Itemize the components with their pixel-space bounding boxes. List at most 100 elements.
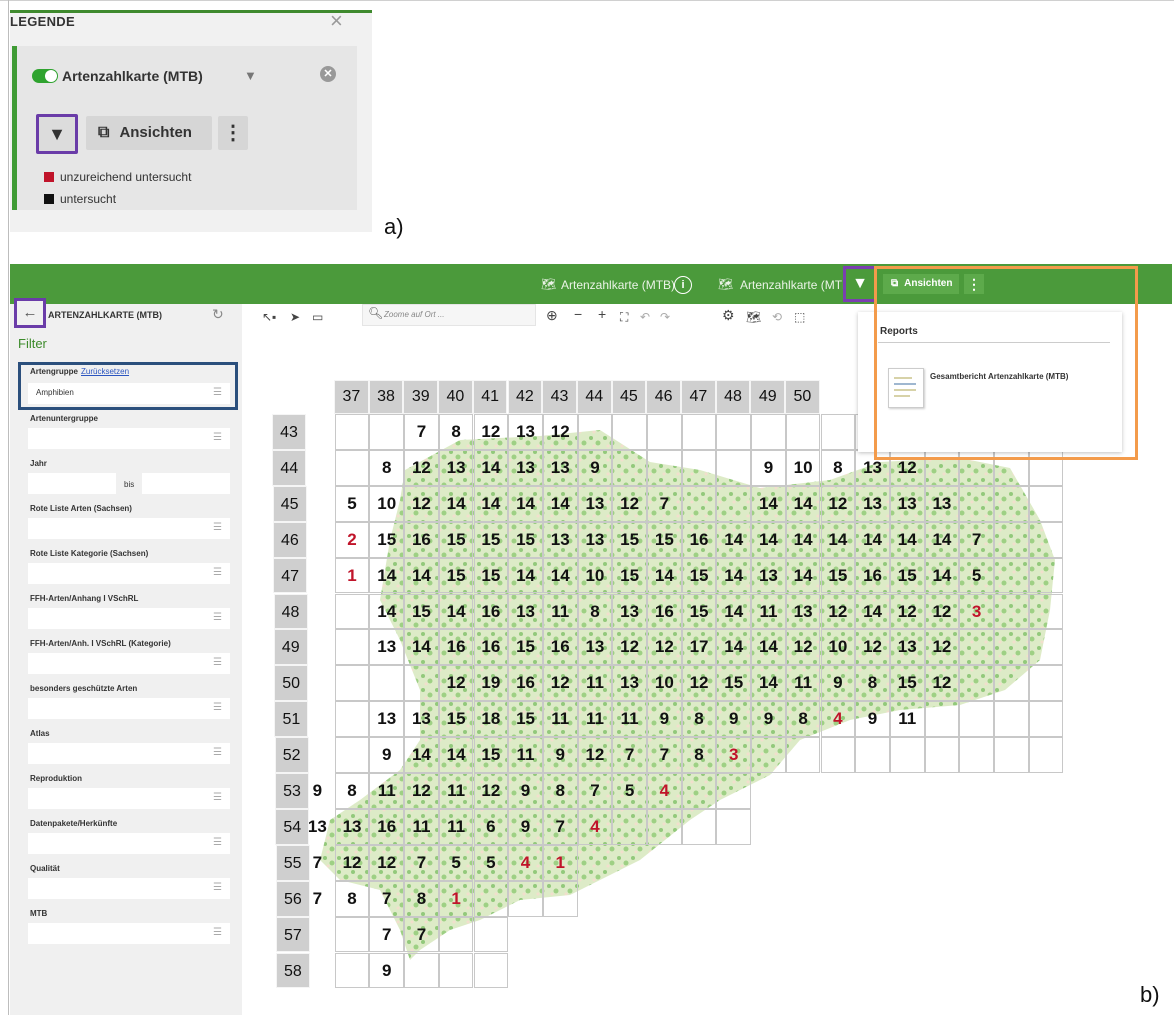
- species-count: 7: [312, 888, 323, 908]
- grid-cell[interactable]: [334, 629, 370, 666]
- grid-cell[interactable]: [681, 414, 717, 450]
- species-count: 13: [897, 637, 917, 657]
- grid-cell[interactable]: [994, 629, 1029, 666]
- grid-cell[interactable]: [369, 665, 405, 702]
- species-count: 13: [516, 457, 535, 477]
- grid-cell[interactable]: [785, 414, 821, 450]
- species-count: 14: [793, 565, 813, 585]
- species-count: 12: [654, 637, 674, 657]
- species-count: 10: [585, 565, 605, 585]
- species-count: 8: [798, 709, 808, 729]
- grid-cell[interactable]: [1028, 701, 1064, 738]
- grid-cell[interactable]: [334, 414, 370, 450]
- grid-cell[interactable]: [334, 737, 370, 773]
- row-header: 45: [272, 485, 307, 522]
- grid-cell[interactable]: [473, 952, 509, 989]
- grid-cell[interactable]: [994, 593, 1029, 630]
- grid-cell[interactable]: [681, 773, 717, 809]
- species-count: 14: [481, 493, 501, 513]
- grid-cell[interactable]: [1028, 593, 1064, 630]
- species-count: 12: [550, 422, 570, 441]
- grid-cell[interactable]: [404, 665, 439, 702]
- grid-cell[interactable]: [994, 701, 1029, 738]
- grid-cell[interactable]: [681, 449, 717, 486]
- grid-cell[interactable]: [924, 737, 960, 773]
- species-count: 12: [620, 493, 640, 513]
- species-count: 14: [446, 493, 466, 513]
- grid-cell[interactable]: [716, 414, 752, 450]
- column-header: 50: [785, 380, 820, 414]
- grid-cell[interactable]: [751, 414, 786, 450]
- grid-cell[interactable]: [334, 952, 370, 989]
- species-count: 14: [932, 529, 952, 549]
- species-count: 11: [585, 673, 604, 693]
- divider: [878, 342, 1110, 343]
- grid-cell[interactable]: [716, 485, 752, 522]
- grid-cell[interactable]: [334, 701, 370, 738]
- species-count: 5: [486, 852, 496, 872]
- grid-cell[interactable]: [647, 449, 682, 486]
- species-count: 15: [516, 709, 535, 729]
- species-count: 12: [897, 601, 917, 621]
- grid-cell[interactable]: [1028, 557, 1064, 594]
- grid-cell[interactable]: [994, 521, 1029, 558]
- grid-cell[interactable]: [994, 485, 1029, 522]
- species-count: 12: [342, 852, 362, 872]
- grid-cell[interactable]: [438, 952, 474, 989]
- grid-cell[interactable]: [994, 665, 1029, 702]
- grid-cell[interactable]: [1028, 665, 1064, 702]
- species-count: 15: [828, 565, 848, 585]
- species-count: 12: [411, 493, 431, 513]
- grid-cell[interactable]: [716, 773, 752, 809]
- grid-cell[interactable]: [959, 629, 994, 666]
- species-count: 13: [550, 457, 570, 477]
- grid-cell[interactable]: [994, 557, 1029, 594]
- report-document-icon[interactable]: [888, 368, 924, 408]
- species-count: 12: [377, 852, 397, 872]
- grid-cell[interactable]: [751, 737, 786, 773]
- grid-cell[interactable]: [716, 449, 752, 486]
- grid-cell[interactable]: [681, 485, 717, 522]
- grid-cell[interactable]: [369, 414, 405, 450]
- species-count: 14: [724, 565, 744, 585]
- grid-cell[interactable]: [1028, 521, 1064, 558]
- grid-cell[interactable]: [542, 880, 578, 917]
- grid-cell[interactable]: [647, 414, 682, 450]
- grid-cell[interactable]: [959, 665, 994, 702]
- grid-cell[interactable]: [404, 952, 439, 989]
- species-count: 16: [689, 529, 709, 549]
- grid-cell[interactable]: [959, 701, 994, 738]
- grid-cell[interactable]: [855, 737, 890, 773]
- grid-cell[interactable]: [820, 737, 856, 773]
- grid-cell[interactable]: [959, 737, 994, 773]
- grid-cell[interactable]: [334, 916, 370, 953]
- grid-cell[interactable]: [820, 414, 856, 450]
- grid-cell[interactable]: [334, 593, 370, 630]
- grid-cell[interactable]: [473, 916, 509, 953]
- grid-cell[interactable]: [612, 414, 647, 450]
- grid-cell[interactable]: [612, 808, 647, 845]
- grid-cell[interactable]: [959, 485, 994, 522]
- species-count-red: 4: [833, 709, 843, 729]
- grid-cell[interactable]: [994, 737, 1029, 773]
- grid-cell[interactable]: [889, 737, 925, 773]
- grid-cell[interactable]: [508, 880, 543, 917]
- grid-cell[interactable]: [334, 665, 370, 702]
- species-count: 12: [585, 745, 605, 765]
- grid-cell[interactable]: [577, 414, 613, 450]
- grid-cell[interactable]: [612, 449, 647, 486]
- grid-cell[interactable]: [924, 701, 960, 738]
- grid-cell[interactable]: [647, 808, 682, 845]
- grid-cell[interactable]: [681, 808, 717, 845]
- grid-cell[interactable]: [1028, 485, 1064, 522]
- grid-cell[interactable]: [334, 449, 370, 486]
- grid-cell[interactable]: [473, 880, 509, 917]
- grid-cell[interactable]: [716, 808, 752, 845]
- report-item[interactable]: Gesamtbericht Artenzahlkarte (MTB): [930, 372, 1068, 381]
- species-count: 15: [411, 601, 431, 621]
- grid-cell[interactable]: [1028, 737, 1064, 773]
- species-count: 15: [689, 565, 709, 585]
- grid-cell[interactable]: [438, 916, 474, 953]
- grid-cell[interactable]: [1028, 629, 1064, 666]
- grid-cell[interactable]: [785, 737, 821, 773]
